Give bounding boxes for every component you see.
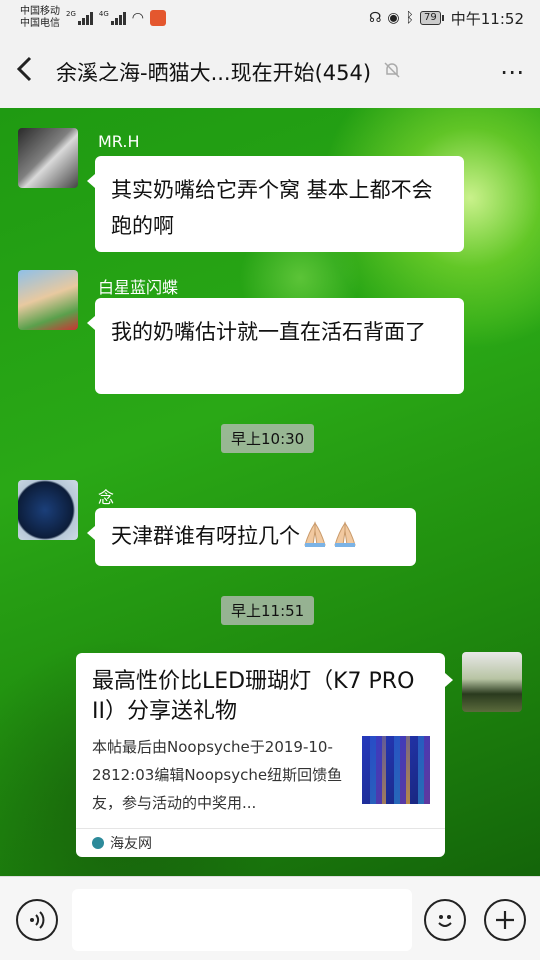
network-type-2: 4G (98, 10, 109, 18)
status-right: ☊ ◉ ᛒ 79 中午11:52 (369, 8, 524, 29)
folded-hands-emoji-icon (330, 519, 360, 549)
sender-name: 念 (98, 488, 115, 507)
headphones-icon: ☊ (368, 10, 382, 26)
card-divider (76, 828, 445, 829)
input-bar (0, 876, 540, 960)
carrier-2: 中国电信 (20, 18, 60, 29)
status-left: 中国移动 中国电信 2G 4G ◠ (20, 6, 166, 30)
carrier-labels: 中国移动 中国电信 (20, 6, 60, 30)
chat-header: 余溪之海-晒猫大...现在开始(454) ⋯ (0, 36, 540, 108)
mute-bell-icon (383, 61, 401, 83)
link-card[interactable]: 最高性价比LED珊瑚灯（K7 PRO II）分享送礼物 本帖最后由Noopsyc… (76, 653, 453, 857)
avatar-me[interactable] (462, 652, 522, 712)
plus-icon (496, 911, 514, 929)
back-button[interactable] (14, 54, 46, 90)
avatar-bai-xing[interactable] (18, 270, 78, 330)
bluetooth-icon: ᛒ (405, 10, 415, 26)
message-input[interactable] (72, 889, 412, 951)
add-button[interactable] (484, 899, 526, 941)
status-bar: 中国移动 中国电信 2G 4G ◠ ☊ ◉ ᛒ 79 中午11:52 (0, 0, 540, 36)
folded-hands-emoji-icon (300, 519, 330, 549)
card-source: 海友网 (92, 833, 152, 853)
timestamp: 早上10:30 (221, 424, 315, 453)
message-bubble[interactable]: 天津群谁有呀拉几个 (87, 508, 416, 566)
eye-icon: ◉ (387, 10, 400, 26)
signal-icon-1: 2G (66, 11, 93, 25)
avatar-mr-h[interactable] (18, 128, 78, 188)
source-icon (92, 837, 104, 849)
signal-icon-2: 4G (99, 11, 126, 25)
carrier-1: 中国移动 (20, 6, 60, 17)
message-bubble[interactable]: 我的奶嘴估计就一直在活石背面了 (87, 298, 464, 394)
card-title: 最高性价比LED珊瑚灯（K7 PRO II）分享送礼物 (92, 669, 415, 724)
battery-icon: 79 (420, 11, 444, 25)
voice-button[interactable] (16, 899, 58, 941)
voice-icon (30, 911, 45, 929)
more-options-button[interactable]: ⋯ (500, 58, 526, 86)
sender-name: MR.H (98, 132, 140, 151)
avatar-nian[interactable] (18, 480, 78, 540)
source-name: 海友网 (110, 836, 152, 852)
wifi-icon: ◠ (131, 10, 144, 26)
message-bubble[interactable]: 其实奶嘴给它弄个窝 基本上都不会跑的啊 (87, 156, 464, 252)
chat-title[interactable]: 余溪之海-晒猫大...现在开始(454) (56, 57, 371, 87)
card-description: 本帖最后由Noopsyche于2019-10-2812:03编辑Noopsych… (92, 738, 343, 812)
chevron-left-icon (16, 56, 32, 82)
clock: 中午11:52 (450, 9, 524, 28)
message-text: 天津群谁有呀拉几个 (111, 524, 300, 548)
timestamp: 早上11:51 (221, 596, 315, 625)
battery-level: 79 (424, 12, 437, 23)
chat-area[interactable]: MR.H 其实奶嘴给它弄个窝 基本上都不会跑的啊 白星蓝闪蝶 我的奶嘴估计就一直… (0, 108, 540, 876)
app-notification-icon (150, 10, 166, 26)
network-type-1: 2G (66, 10, 76, 18)
card-thumbnail (362, 736, 430, 804)
emoji-button[interactable] (424, 899, 466, 941)
sender-name: 白星蓝闪蝶 (98, 278, 179, 297)
smiley-icon (438, 915, 452, 927)
